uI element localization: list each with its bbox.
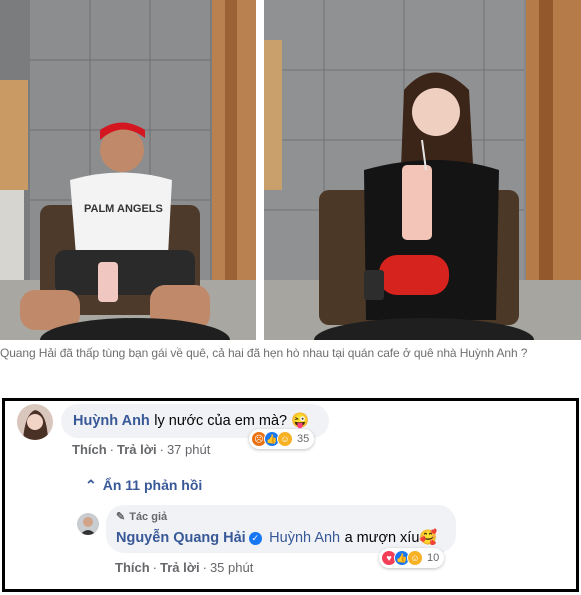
- comment-actions: Thích · Trả lời · 37 phút: [72, 442, 211, 457]
- timestamp[interactable]: 37 phút: [167, 442, 210, 457]
- photo-pair: PALM ANGELS: [0, 0, 581, 340]
- reaction-summary[interactable]: ♥ 👍 ☺ 10: [379, 548, 445, 568]
- reply-button[interactable]: Trả lời: [117, 442, 157, 457]
- comment-actions: Thích · Trả lời · 35 phút: [115, 560, 254, 575]
- hide-replies-link[interactable]: ⌃ Ẩn 11 phản hồi: [85, 477, 202, 494]
- reply-bubble: ✎ Tác giả Nguyễn Quang Hải ✓ Huỳnh Anh a m…: [106, 505, 456, 553]
- svg-text:PALM ANGELS: PALM ANGELS: [84, 203, 163, 215]
- author-badge: ✎ Tác giả: [116, 511, 168, 523]
- photo-quang-hai: PALM ANGELS: [0, 0, 256, 340]
- avatar[interactable]: [17, 404, 53, 440]
- photo-caption: Quang Hải đã thấp tùng bạn gái về quê, c…: [0, 346, 528, 360]
- like-button[interactable]: Thích: [115, 560, 150, 575]
- mention-link[interactable]: Huỳnh Anh: [269, 530, 340, 546]
- photo-huynh-anh: [264, 0, 581, 340]
- comment-text: Nguyễn Quang Hải ✓ Huỳnh Anh a mượn xíu🥰: [116, 529, 437, 547]
- haha-icon: ☺: [407, 550, 423, 566]
- comment-message: a mượn xíu🥰: [344, 530, 438, 546]
- comment-section: Huỳnh Anh ly nước của em mà? 😜 ☹ 👍 ☺ 35 …: [2, 398, 579, 592]
- reaction-count: 35: [297, 433, 310, 445]
- comment-author[interactable]: Nguyễn Quang Hải: [116, 530, 246, 546]
- reply-button[interactable]: Trả lời: [160, 560, 200, 575]
- replies-label: Ẩn 11 phản hồi: [102, 477, 203, 493]
- comment-text: Huỳnh Anh ly nước của em mà? 😜: [73, 412, 309, 430]
- avatar[interactable]: [77, 513, 99, 535]
- verified-icon: ✓: [248, 532, 262, 545]
- pencil-icon: ✎: [116, 511, 126, 523]
- timestamp[interactable]: 35 phút: [210, 560, 253, 575]
- chevron-up-icon: ⌃: [85, 477, 97, 493]
- haha-icon: ☺: [277, 431, 293, 447]
- reaction-summary[interactable]: ☹ 👍 ☺ 35: [249, 429, 315, 449]
- comment-message: ly nước của em mà? 😜: [154, 413, 310, 429]
- like-button[interactable]: Thích: [72, 442, 107, 457]
- comment-author[interactable]: Huỳnh Anh: [73, 413, 150, 429]
- reaction-count: 10: [427, 552, 440, 564]
